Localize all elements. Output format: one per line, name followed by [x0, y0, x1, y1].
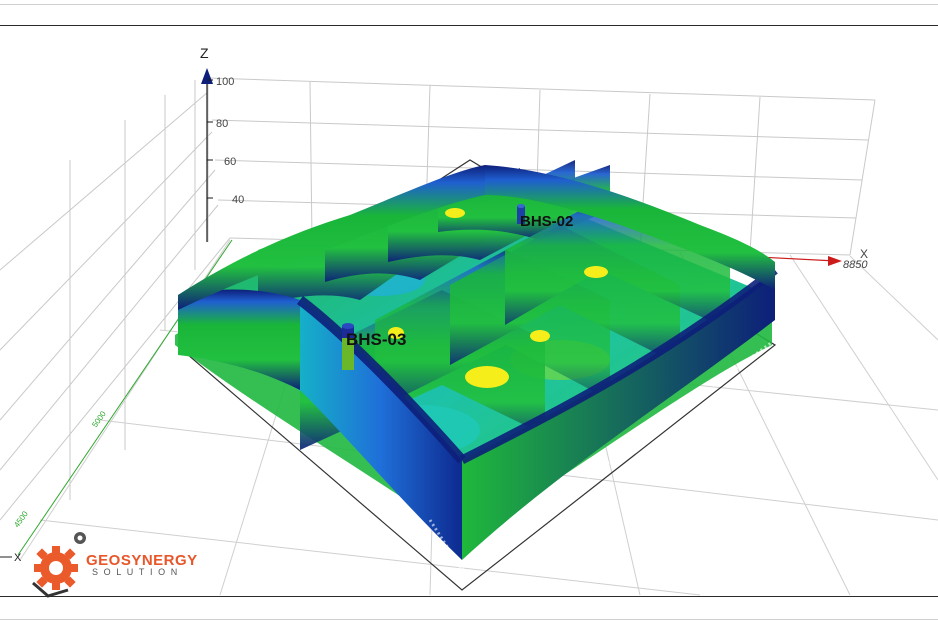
z-tick-80: 80 [216, 118, 228, 130]
viewport-bottom-border [0, 596, 938, 620]
gear-logo-icon [32, 532, 86, 598]
z-axis [201, 68, 213, 242]
x-axis-label: X [860, 247, 868, 261]
z-tick-60: 60 [224, 156, 236, 168]
z-axis-arrow-icon [201, 68, 213, 84]
viewport-top-border [0, 4, 938, 26]
x-axis-arrow-icon [828, 256, 842, 266]
svg-text:4500: 4500 [12, 509, 30, 529]
borehole-label-bhs-02: BHS-02 [520, 213, 573, 230]
z-axis-label: Z [200, 45, 209, 61]
borehole-label-bhs-03: BHS-03 [346, 330, 406, 349]
3d-model-viewport[interactable]: Z 100 80 60 40 500 8850 X 5000 4500 X [0, 26, 938, 596]
logo-subtitle: SOLUTION [92, 567, 183, 577]
z-tick-40: 40 [232, 194, 244, 206]
x-left-label: X [14, 552, 22, 564]
z-tick-100: 100 [216, 76, 234, 88]
